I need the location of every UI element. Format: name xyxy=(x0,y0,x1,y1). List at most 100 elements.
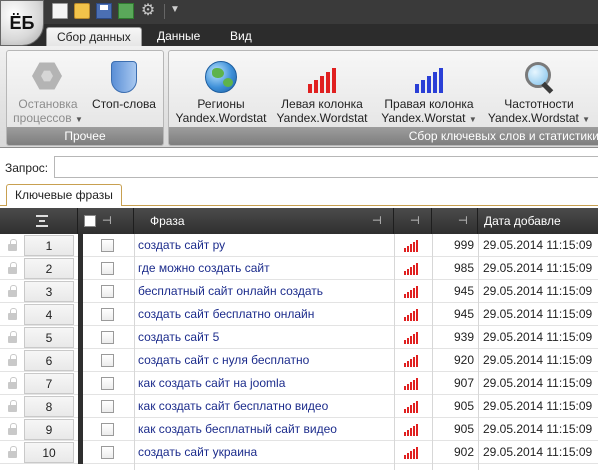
phrase-cell[interactable]: создать сайт украина xyxy=(138,441,392,464)
lock-icon xyxy=(0,395,24,418)
table-row[interactable]: 5 создать сайт 5 939 29.05.2014 11:15:09 xyxy=(0,326,598,349)
phrase-cell[interactable]: бесплатный сайт онлайн создать xyxy=(138,280,392,303)
stop-processes-button[interactable]: Остановка процессов ▼ xyxy=(13,51,83,129)
column-divider xyxy=(432,234,433,470)
sort-icon[interactable] xyxy=(36,215,48,227)
ribbon-group-other: Остановка процессов ▼ Стоп-слова Прочее xyxy=(6,50,164,146)
pin-column-icon[interactable]: ⊣ xyxy=(458,214,468,228)
query-input[interactable] xyxy=(54,156,598,178)
table-row[interactable]: 10 создать сайт украина 902 29.05.2014 11:1… xyxy=(0,441,598,464)
globe-icon xyxy=(205,61,237,93)
grid-header: ⊣ Фраза ⊣ ⊣ ⊣ Дата добавле xyxy=(0,208,598,234)
phrase-cell[interactable]: где можно создать сайт xyxy=(138,257,392,280)
header-date-added[interactable]: Дата добавле xyxy=(478,208,598,234)
table-row[interactable]: 3 бесплатный сайт онлайн создать 945 29.05.… xyxy=(0,280,598,303)
frequency-bars-icon[interactable] xyxy=(404,263,422,275)
phrase-cell[interactable]: как создать бесплатный сайт видео xyxy=(138,418,392,441)
regions-wordstat-button[interactable]: Регионы Yandex.Wordstat xyxy=(175,51,267,129)
tab-view[interactable]: Вид xyxy=(220,27,262,46)
frequency-bars-icon[interactable] xyxy=(404,355,422,367)
frequency-bars-icon[interactable] xyxy=(404,378,422,390)
phrase-cell[interactable]: как создать сайт на joomla xyxy=(138,372,392,395)
frequency-bars-icon[interactable] xyxy=(404,401,422,413)
application-menu-button[interactable]: ЁБ xyxy=(0,0,44,46)
frequency-bars-icon[interactable] xyxy=(404,286,422,298)
row-number: 8 xyxy=(24,396,74,417)
open-folder-icon[interactable] xyxy=(74,3,90,19)
pin-column-icon[interactable]: ⊣ xyxy=(372,214,382,228)
header-frequency[interactable]: ⊣ xyxy=(432,208,478,234)
row-checkbox[interactable] xyxy=(101,423,114,436)
pin-column-icon[interactable]: ⊣ xyxy=(102,214,112,228)
chevron-down-icon: ▼ xyxy=(582,115,591,124)
frequency-cell: 945 xyxy=(453,307,474,321)
settings-gear-icon[interactable]: ⚙ xyxy=(140,3,156,19)
row-checkbox[interactable] xyxy=(101,400,114,413)
date-added-cell: 29.05.2014 11:15:09 xyxy=(483,261,593,275)
row-gutter xyxy=(78,303,83,326)
tab-data-collection[interactable]: Сбор данных xyxy=(46,27,142,46)
frequency-bars-icon[interactable] xyxy=(404,332,422,344)
customize-toolbar-dropdown-icon[interactable]: ▼ xyxy=(170,4,180,15)
row-checkbox[interactable] xyxy=(101,446,114,459)
hexagon-stop-icon xyxy=(32,62,62,90)
table-row[interactable]: 4 создать сайт бесплатно онлайн 945 29.05.2… xyxy=(0,303,598,326)
frequency-cell: 905 xyxy=(453,399,474,413)
frequency-bars-icon[interactable] xyxy=(404,447,422,459)
ribbon-group-title: Сбор ключевых слов и статистики xyxy=(169,127,598,145)
header-row-number[interactable] xyxy=(0,208,78,234)
row-gutter xyxy=(78,418,83,441)
date-added-cell: 29.05.2014 11:15:09 xyxy=(483,307,593,321)
phrase-cell[interactable]: как создать сайт бесплатно видео xyxy=(138,395,392,418)
export-icon[interactable] xyxy=(118,3,134,19)
frequency-bars-icon[interactable] xyxy=(404,309,422,321)
chevron-down-icon: ▼ xyxy=(74,115,83,124)
app-logo: ЁБ xyxy=(9,12,35,33)
row-checkbox[interactable] xyxy=(101,331,114,344)
row-checkbox[interactable] xyxy=(101,308,114,321)
chevron-down-icon: ▼ xyxy=(468,115,477,124)
row-checkbox[interactable] xyxy=(101,285,114,298)
frequency-cell: 905 xyxy=(453,422,474,436)
table-row[interactable]: 7 как создать сайт на joomla 907 29.05.2014… xyxy=(0,372,598,395)
frequency-cell: 985 xyxy=(453,261,474,275)
table-row[interactable]: 2 где можно создать сайт 985 29.05.2014 11:… xyxy=(0,257,598,280)
header-checkbox-column: ⊣ xyxy=(78,208,134,234)
new-file-icon[interactable] xyxy=(52,3,68,19)
table-row[interactable]: 6 создать сайт с нуля бесплатно 920 29.05.2… xyxy=(0,349,598,372)
save-icon[interactable] xyxy=(96,3,112,19)
select-all-checkbox[interactable] xyxy=(84,215,96,227)
phrase-cell[interactable]: создать сайт ру xyxy=(138,234,392,257)
row-number: 3 xyxy=(24,281,74,302)
frequency-cell: 920 xyxy=(453,353,474,367)
row-number: 4 xyxy=(24,304,74,325)
pin-column-icon[interactable]: ⊣ xyxy=(410,214,420,228)
lock-icon xyxy=(0,349,24,372)
frequency-wordstat-button[interactable]: Частотности Yandex.Wordstat ▼ xyxy=(487,51,591,129)
tab-data[interactable]: Данные xyxy=(147,27,210,46)
column-divider xyxy=(478,234,479,470)
row-number: 1 xyxy=(24,235,74,256)
date-added-cell: 29.05.2014 11:15:09 xyxy=(483,422,593,436)
table-row[interactable]: 9 как создать бесплатный сайт видео 905 29.… xyxy=(0,418,598,441)
header-phrase[interactable]: Фраза ⊣ xyxy=(134,208,394,234)
frequency-bars-icon[interactable] xyxy=(404,424,422,436)
column-divider xyxy=(134,234,135,470)
phrase-cell[interactable]: создать сайт бесплатно онлайн xyxy=(138,303,392,326)
row-checkbox[interactable] xyxy=(101,354,114,367)
frequency-bars-icon[interactable] xyxy=(404,240,422,252)
left-column-wordstat-button[interactable]: Левая колонка Yandex.Wordstat xyxy=(273,51,371,129)
phrase-cell[interactable]: создать сайт с нуля бесплатно xyxy=(138,349,392,372)
header-chart[interactable]: ⊣ xyxy=(394,208,432,234)
right-column-wordstat-button[interactable]: Правая колонка Yandex.Worstat ▼ xyxy=(377,51,481,129)
table-row[interactable]: 8 как создать сайт бесплатно видео 905 29.0… xyxy=(0,395,598,418)
ribbon-group-collect: Регионы Yandex.Wordstat Левая колонка Ya… xyxy=(168,50,598,146)
row-checkbox[interactable] xyxy=(101,377,114,390)
table-row[interactable]: 1 создать сайт ру 999 29.05.2014 11:15:09 xyxy=(0,234,598,257)
phrase-cell[interactable]: создать сайт 5 xyxy=(138,326,392,349)
row-checkbox[interactable] xyxy=(101,239,114,252)
tab-key-phrases[interactable]: Ключевые фразы xyxy=(6,184,122,206)
stop-words-button[interactable]: Стоп-слова xyxy=(89,51,159,129)
row-checkbox[interactable] xyxy=(101,262,114,275)
ribbon-tab-bar: Сбор данных Данные Вид xyxy=(0,24,598,46)
